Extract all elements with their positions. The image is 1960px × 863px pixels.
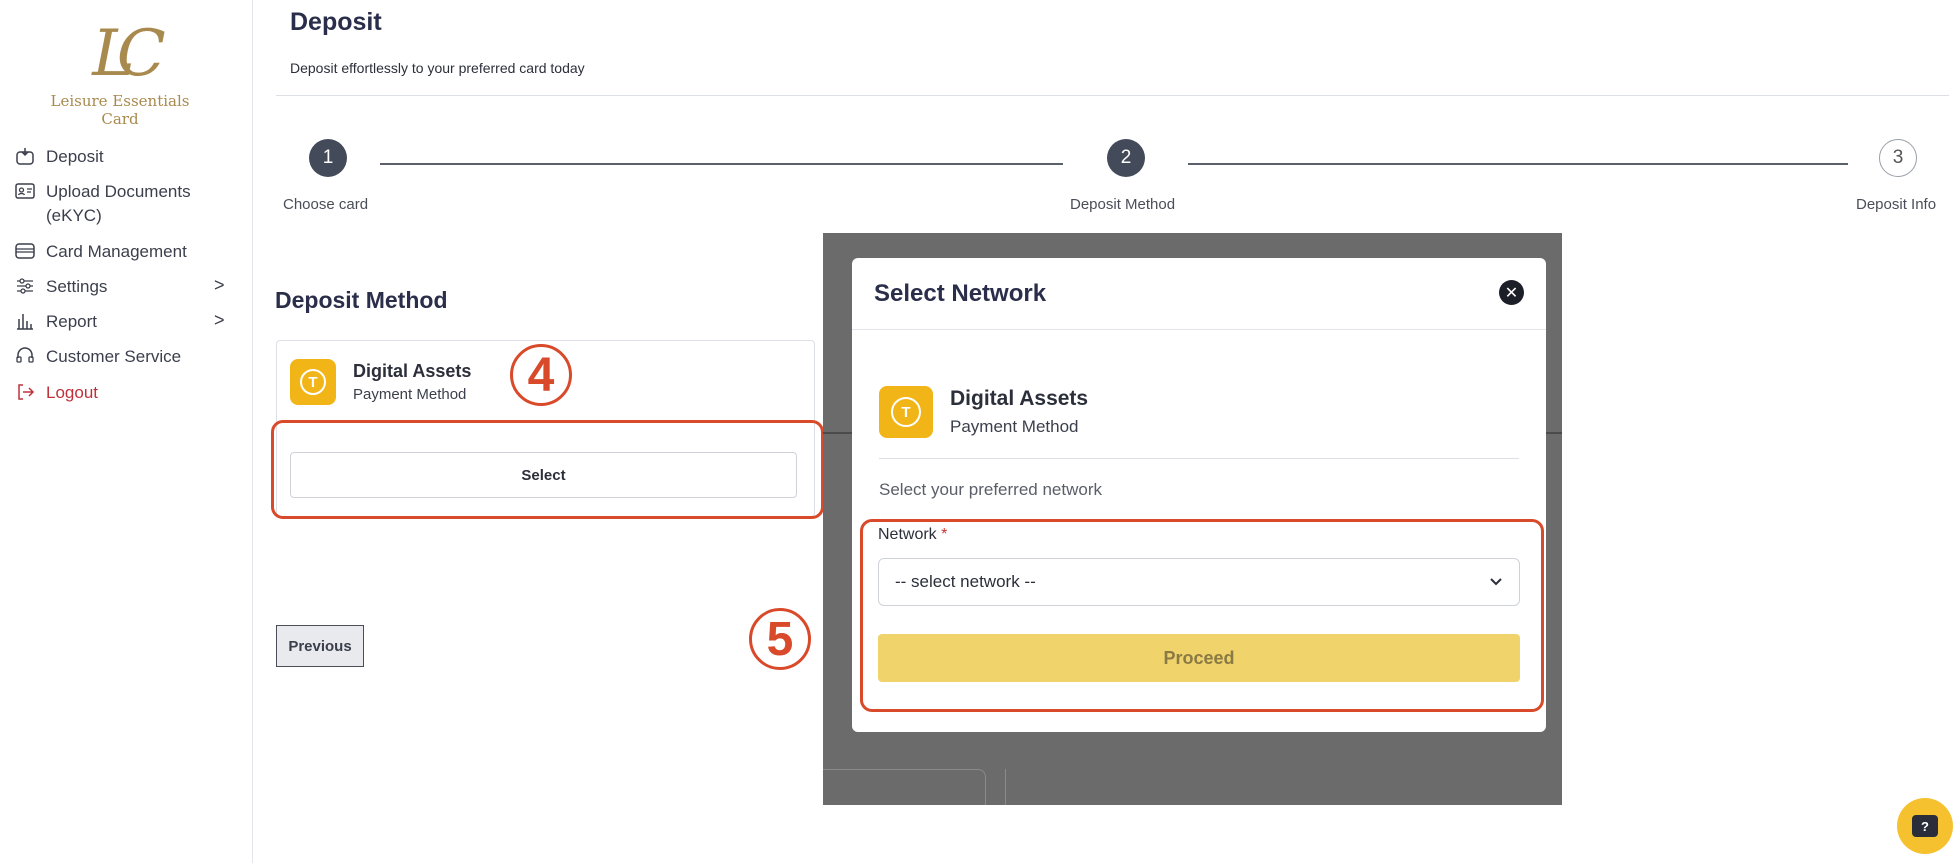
sidebar-item-card-management[interactable]: Card Management [14, 240, 187, 264]
step-1-circle: 1 [309, 139, 347, 177]
annotation-highlight-network [860, 519, 1544, 712]
tether-coin-icon: T [290, 359, 336, 405]
sidebar-item-label: Settings [46, 277, 108, 296]
step-2-circle: 2 [1107, 139, 1145, 177]
sidebar-item-label: Card Management [46, 242, 187, 261]
sidebar-item-label: Report [46, 312, 98, 331]
step-connector [1188, 163, 1848, 165]
header-divider [276, 95, 1949, 96]
network-prompt: Select your preferred network [879, 480, 1102, 499]
sidebar-item-deposit[interactable]: Deposit [14, 145, 104, 169]
sliders-icon [14, 275, 36, 297]
sidebar-item-label: Deposit [46, 147, 104, 166]
id-card-icon [14, 180, 36, 202]
section-title: Deposit Method [275, 287, 448, 313]
backdrop-card-edge [823, 769, 986, 805]
annotation-step-5: 5 [749, 608, 811, 670]
chat-icon: ? [1912, 815, 1938, 837]
sidebar-item-label: Logout [46, 383, 98, 402]
chevron-right-icon[interactable]: > [214, 275, 225, 296]
logout-icon [14, 381, 36, 403]
sidebar-item-label: Upload Documents (eKYC) [46, 182, 191, 225]
sidebar-item-settings[interactable]: Settings [14, 275, 107, 299]
sidebar-item-logout[interactable]: Logout [14, 381, 98, 405]
brand-logo[interactable]: LC Leisure Essentials Card [30, 14, 210, 128]
modal-title: Select Network [874, 280, 1047, 307]
page-subtitle: Deposit effortlessly to your preferred c… [290, 60, 585, 76]
sidebar-item-label: Customer Service [46, 347, 182, 366]
tether-coin-icon: T [879, 386, 933, 438]
step-3-circle: 3 [1879, 139, 1917, 177]
help-chat-button[interactable]: ? [1897, 798, 1953, 854]
method-subtitle: Payment Method [353, 386, 467, 403]
method-name: Digital Assets [353, 361, 472, 381]
step-1-label: Choose card [283, 196, 369, 213]
step-connector [380, 163, 1063, 165]
page-title: Deposit [290, 8, 382, 36]
annotation-highlight-select [271, 420, 824, 519]
deposit-icon [14, 145, 36, 167]
close-icon[interactable]: ✕ [1499, 280, 1524, 305]
bar-chart-icon [14, 310, 36, 332]
sidebar-item-customer-service[interactable]: Customer Service [14, 345, 181, 369]
card-icon [14, 240, 36, 262]
modal-header-divider [852, 329, 1546, 330]
method-name: Digital Assets [950, 387, 1089, 410]
method-subtitle: Payment Method [950, 417, 1079, 436]
backdrop-divider [1005, 769, 1006, 805]
annotation-step-4: 4 [510, 344, 572, 406]
modal-divider [879, 458, 1519, 459]
headset-icon [14, 345, 36, 367]
chevron-right-icon[interactable]: > [214, 310, 225, 331]
step-2-label: Deposit Method [1070, 196, 1176, 213]
sidebar: LC Leisure Essentials Card Deposit Uploa… [0, 0, 253, 863]
sidebar-item-upload-documents[interactable]: Upload Documents (eKYC) [14, 180, 216, 228]
logo-monogram: LC [92, 17, 165, 91]
modal-method-summary: T Digital Assets Payment Method [879, 386, 1088, 438]
sidebar-item-report[interactable]: Report [14, 310, 97, 334]
step-3-label: Deposit Info [1856, 196, 1937, 213]
brand-name: Leisure Essentials Card [50, 92, 190, 128]
previous-button[interactable]: Previous [276, 625, 364, 667]
